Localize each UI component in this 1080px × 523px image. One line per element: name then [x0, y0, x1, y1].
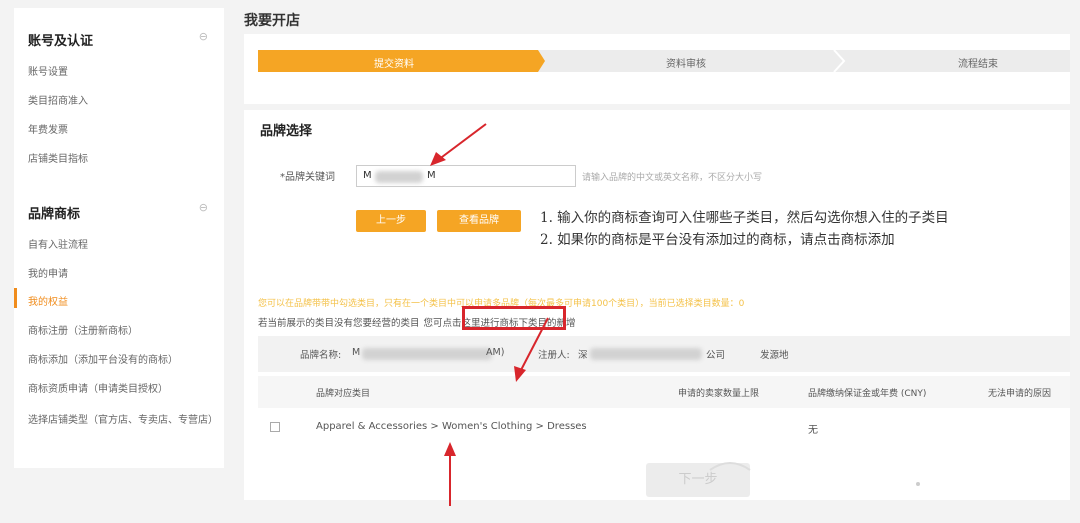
collapse-icon[interactable]: ⊖ [199, 30, 208, 43]
redacted-text [375, 171, 423, 183]
col-seller-limit: 申请的卖家数量上限 [678, 389, 760, 399]
sidebar-item-own-process[interactable]: 自有入驻流程 [28, 236, 88, 251]
brand-keyword-label: *品牌关键词 [280, 172, 335, 183]
input-value-prefix: M [363, 170, 372, 181]
brand-name-prefix: M [352, 347, 361, 358]
table-header: 品牌对应类目 申请的卖家数量上限 品牌缴纳保证金或年费 (CNY) 无法申请的原… [258, 376, 1070, 408]
deposit-value: 无 [808, 425, 818, 436]
query-brand-button[interactable]: 查看品牌 [437, 210, 521, 232]
registrant-suffix: 公司 [706, 350, 726, 361]
sidebar-item-my-applications[interactable]: 我的申请 [28, 265, 68, 280]
redacted-text [362, 348, 492, 360]
sidebar-item-trademark-add[interactable]: 商标添加（添加平台没有的商标） [28, 351, 178, 366]
instruction-2: 2. 如果你的商标是平台没有添加过的商标，请点击商标添加 [540, 232, 895, 248]
category-path: Apparel & Accessories > Women's Clothing… [316, 421, 587, 432]
stepper: 提交资料 资料审核 流程结束 [258, 50, 1070, 72]
section-heading: 品牌选择 [260, 124, 313, 139]
brand-info-row: 品牌名称: M AM) 注册人: 深 公司 发源地 [258, 336, 1070, 372]
step-submit: 提交资料 [374, 59, 414, 70]
sidebar-item-account-settings[interactable]: 账号设置 [28, 63, 68, 78]
annotation-highlight-box [462, 306, 566, 330]
redacted-text [590, 348, 702, 360]
step-finish: 流程结束 [958, 59, 998, 70]
stepper-panel: 提交资料 资料审核 流程结束 [244, 34, 1070, 104]
brand-name-suffix: AM) [486, 347, 505, 358]
next-step-button[interactable]: 下一步 [646, 463, 750, 497]
instruction-1: 1. 输入你的商标查询可入住哪些子类目，然后勾选你想入住的子类目 [540, 210, 949, 226]
category-checkbox[interactable] [270, 422, 280, 432]
registrant-label: 注册人: [538, 350, 570, 361]
registrant-prefix: 深 [578, 350, 588, 361]
section-title-brand: 品牌商标 [28, 207, 81, 222]
notice-prefix: 若当前展示的类目没有您要经营的类目 [258, 318, 420, 329]
brand-name-label: 品牌名称: [300, 350, 342, 361]
sidebar-item-store-category[interactable]: 店铺类目指标 [28, 150, 88, 165]
chevron-right-icon [833, 50, 846, 72]
sidebar-item-store-type[interactable]: 选择店铺类型（官方店、专卖店、专营店） [28, 409, 218, 433]
sidebar-item-category-access[interactable]: 类目招商准入 [28, 92, 88, 107]
prev-step-button[interactable]: 上一步 [356, 210, 426, 232]
sidebar-item-trademark-register[interactable]: 商标注册（注册新商标） [28, 322, 138, 337]
page-title: 我要开店 [244, 13, 300, 29]
input-value-suffix: M [427, 170, 436, 181]
col-deposit: 品牌缴纳保证金或年费 (CNY) [808, 389, 927, 399]
sidebar-item-my-rights[interactable]: 我的权益 [28, 293, 68, 308]
section-title-account: 账号及认证 [28, 34, 94, 49]
sidebar-item-trademark-qualification[interactable]: 商标资质申请（申请类目授权） [28, 380, 168, 395]
step-review: 资料审核 [666, 59, 706, 70]
brand-keyword-hint: 请输入品牌的中文或英文名称，不区分大小写 [582, 173, 763, 183]
sidebar: 账号及认证 ⊖ 账号设置 类目招商准入 年费发票 店铺类目指标 品牌商标 ⊖ 自… [14, 8, 224, 468]
collapse-icon[interactable]: ⊖ [199, 201, 208, 214]
origin-label: 发源地 [760, 350, 789, 361]
col-reason: 无法申请的原因 [988, 389, 1052, 399]
brand-select-panel: 品牌选择 *品牌关键词 M M 请输入品牌的中文或英文名称，不区分大小写 上一步… [244, 110, 1070, 500]
col-category: 品牌对应类目 [316, 389, 371, 399]
active-indicator [14, 288, 17, 308]
sidebar-item-annual-invoice[interactable]: 年费发票 [28, 121, 68, 136]
brand-keyword-input[interactable]: M M [356, 165, 576, 187]
